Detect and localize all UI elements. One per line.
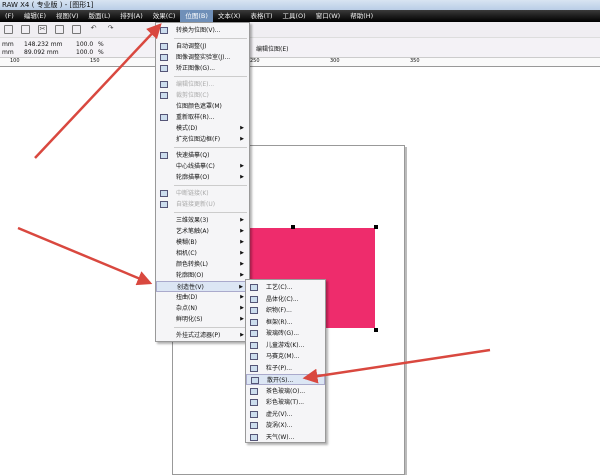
arrow-to-bitmap-menu xyxy=(34,23,162,159)
annotation-arrows xyxy=(17,23,491,384)
arrow-to-scatter xyxy=(302,348,491,384)
arrow-to-creative xyxy=(17,226,153,286)
